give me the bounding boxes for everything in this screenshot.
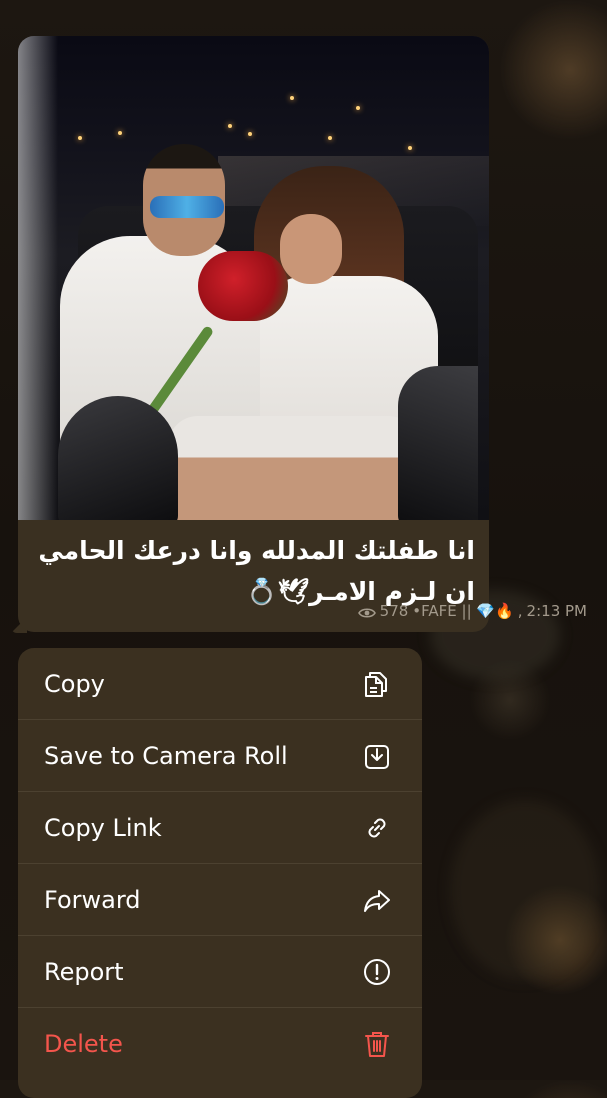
photo-seat-left	[58, 396, 178, 520]
photo-legs	[168, 416, 418, 520]
copy-icon	[360, 667, 394, 701]
background-blur	[450, 800, 600, 980]
menu-item-label: Report	[44, 957, 124, 986]
download-icon	[360, 739, 394, 773]
trash-icon	[360, 1027, 394, 1061]
photo-light	[118, 131, 122, 135]
photo-light	[78, 136, 82, 140]
message-bubble[interactable]: انا طفلتك المدلله وانا درعك الحامي ان لـ…	[18, 36, 489, 632]
menu-item-forward[interactable]: Forward	[18, 864, 422, 936]
message-photo[interactable]	[18, 36, 489, 520]
exclamation-circle-icon	[360, 955, 394, 989]
photo-light	[228, 124, 232, 128]
menu-item-copy-link[interactable]: Copy Link	[18, 792, 422, 864]
photo-light	[248, 132, 252, 136]
photo-light	[328, 136, 332, 140]
separator: ,	[517, 602, 523, 620]
photo-woman-face	[280, 214, 342, 284]
message-time: 2:13 PM	[526, 602, 587, 620]
photo-light	[356, 106, 360, 110]
message-meta: 578 •FAFE || 💎🔥 , 2:13 PM	[357, 602, 587, 620]
view-count: 578	[379, 602, 409, 620]
photo-seat-right	[398, 366, 478, 520]
author-signature: •FAFE || 💎🔥	[412, 602, 514, 620]
menu-item-label: Forward	[44, 885, 141, 914]
menu-item-label: Copy	[44, 669, 105, 698]
photo-light	[290, 96, 294, 100]
menu-item-label: Delete	[44, 1030, 123, 1058]
eye-icon	[357, 605, 376, 618]
menu-item-delete[interactable]: Delete	[18, 1008, 422, 1080]
menu-item-copy[interactable]: Copy	[18, 648, 422, 720]
photo-sunglasses	[150, 196, 224, 218]
message-caption: انا طفلتك المدلله وانا درعك الحامي ان لـ…	[38, 536, 475, 606]
photo-bouquet	[198, 251, 288, 321]
menu-item-label: Copy Link	[44, 813, 162, 842]
menu-item-label: Save to Camera Roll	[44, 741, 288, 770]
menu-item-save-to-camera-roll[interactable]: Save to Camera Roll	[18, 720, 422, 792]
forward-icon	[360, 883, 394, 917]
menu-item-report[interactable]: Report	[18, 936, 422, 1008]
link-icon	[360, 811, 394, 845]
photo-light	[408, 146, 412, 150]
context-menu: Copy Save to Camera Roll Copy Link Forwa…	[18, 648, 422, 1098]
